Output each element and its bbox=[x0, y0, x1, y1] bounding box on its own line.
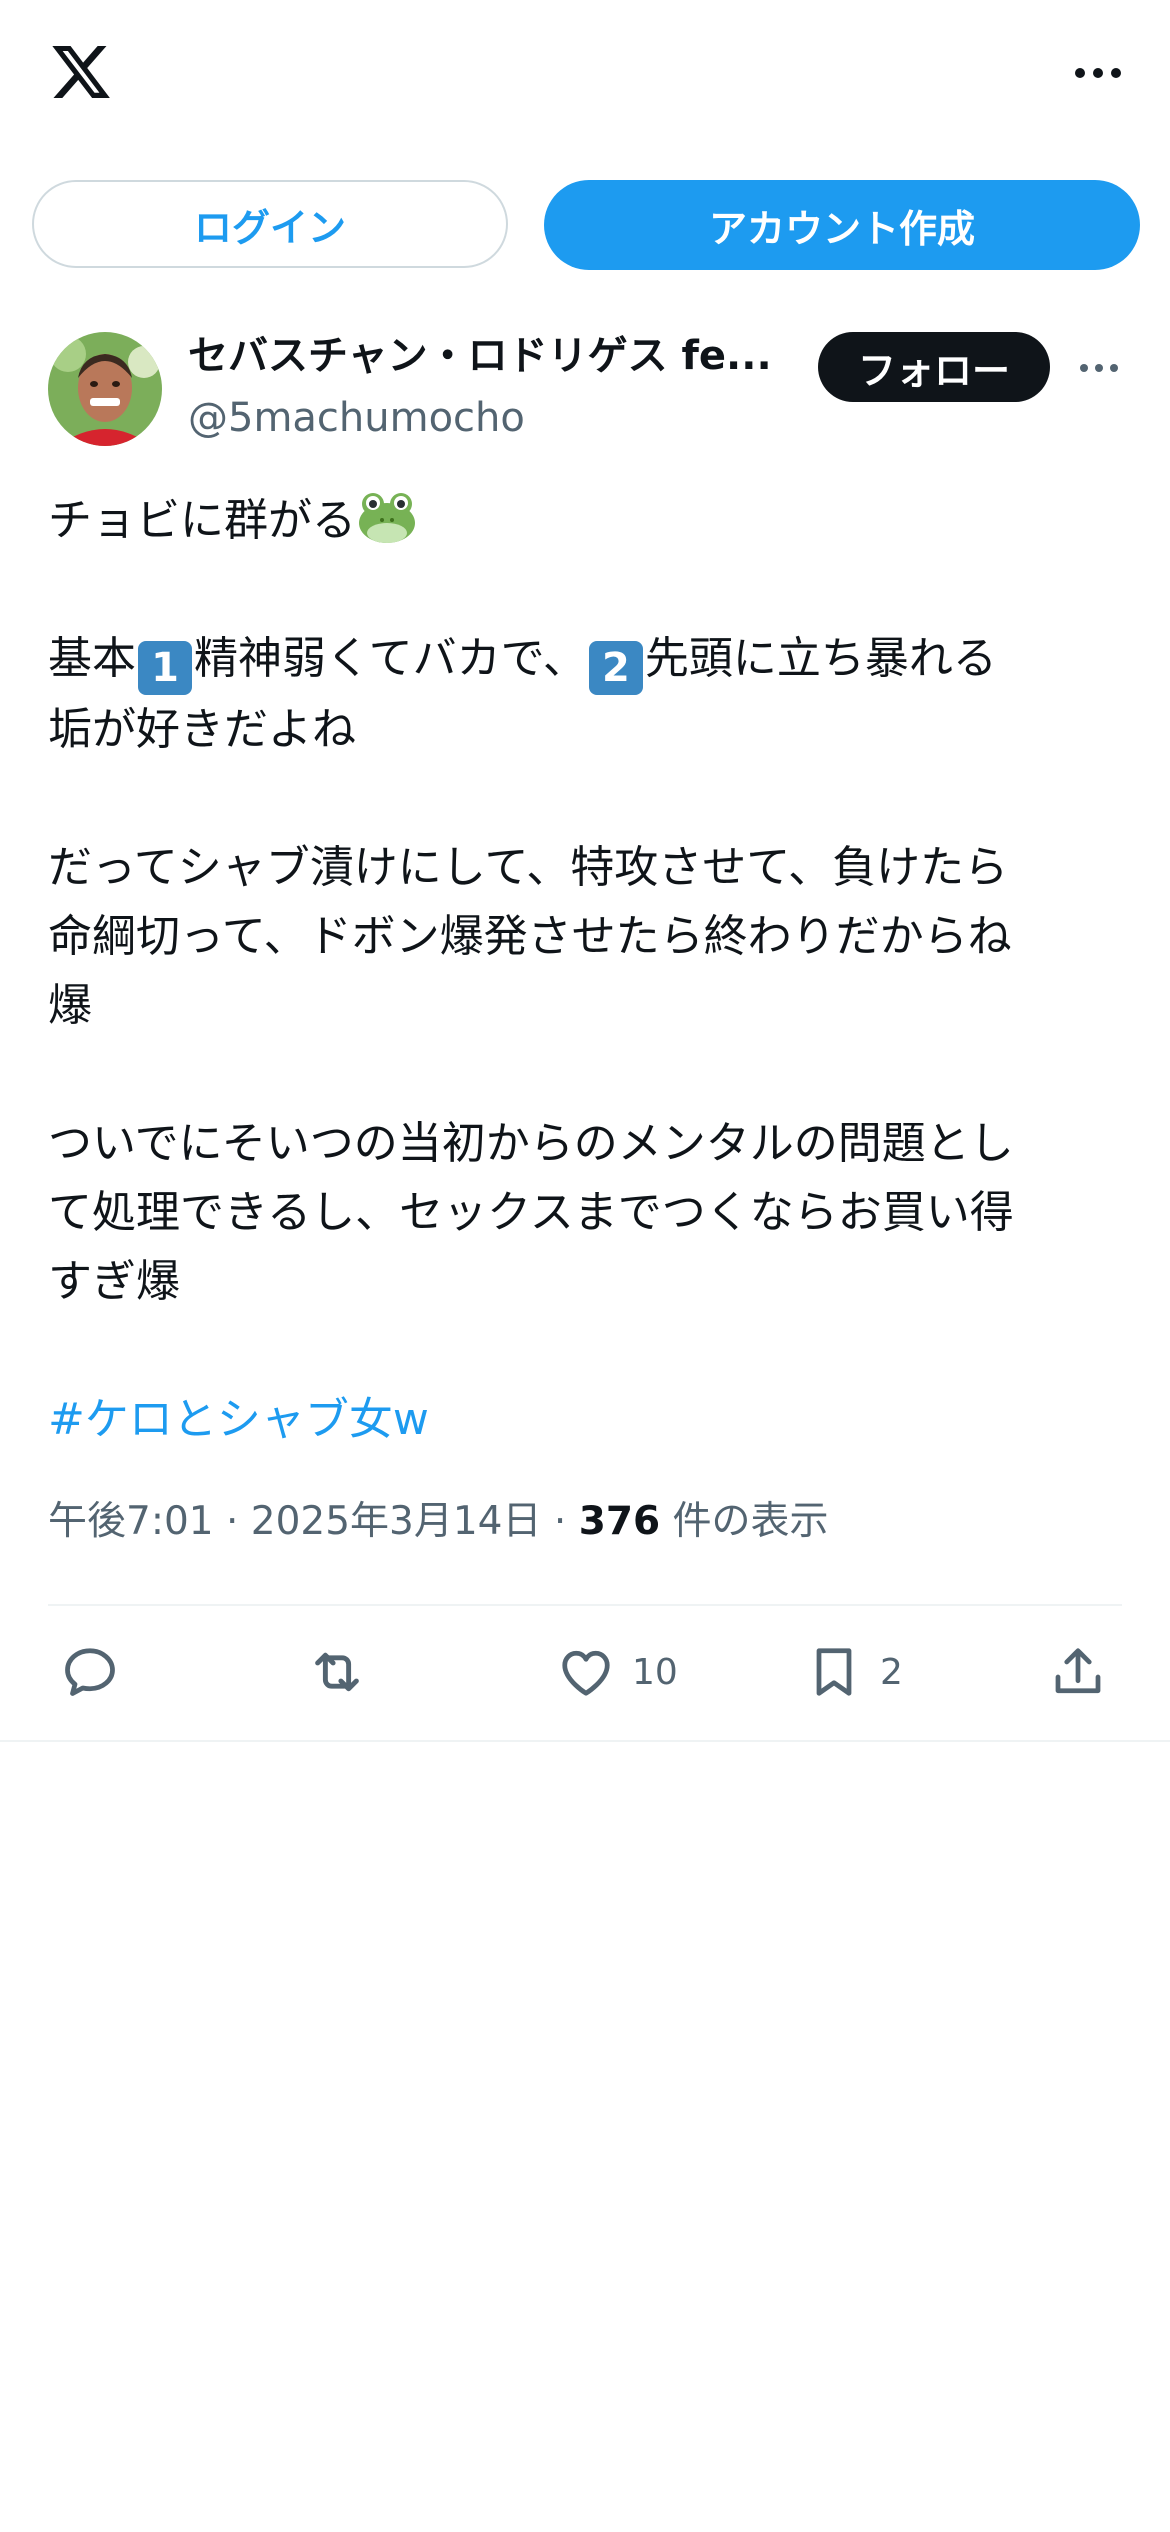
tweet-text-line: て処理できるし、セックスまでつくならお買い得 bbox=[48, 1187, 1014, 1238]
follow-button[interactable]: フォロー bbox=[818, 332, 1050, 402]
hashtag-link[interactable]: #ケロとシャブ女w bbox=[48, 1394, 429, 1445]
bookmark-count: 2 bbox=[880, 1651, 903, 1693]
create-account-button[interactable]: アカウント作成 bbox=[544, 180, 1140, 270]
heart-icon bbox=[556, 1642, 616, 1702]
bookmark-icon bbox=[804, 1642, 864, 1702]
views-label: 件の表示 bbox=[660, 1499, 829, 1544]
tweet-date[interactable]: 2025年3月14日 bbox=[251, 1499, 542, 1544]
author-handle[interactable]: @5machumocho bbox=[188, 390, 525, 446]
tweet-text-line: 命綱切って、ドボン爆発させたら終わりだからね bbox=[48, 911, 1012, 962]
more-horizontal-icon[interactable] bbox=[1074, 50, 1122, 96]
x-logo-icon[interactable] bbox=[48, 40, 114, 104]
retweet-icon bbox=[306, 1641, 368, 1703]
bookmark-button[interactable]: 2 bbox=[804, 1640, 903, 1704]
tweet-meta: 午後7:01 · 2025年3月14日 · 376 件の表示 bbox=[48, 1494, 829, 1550]
tweet-text: チョビに群がる 基本 1 精神弱くてバカで、 2 先頭に立ち暴れる 垢が好きだよね だっ… bbox=[48, 486, 1128, 1454]
meta-separator: · bbox=[541, 1499, 579, 1544]
tweet-more-icon[interactable] bbox=[1074, 346, 1124, 390]
share-icon bbox=[1048, 1642, 1108, 1702]
views-count: 376 bbox=[578, 1499, 661, 1544]
reply-icon bbox=[60, 1642, 120, 1702]
tweet-text-line: 基本 bbox=[48, 633, 136, 684]
tweet-actions: 10 2 bbox=[0, 1610, 1170, 1738]
divider bbox=[0, 1740, 1170, 1742]
share-button[interactable] bbox=[1048, 1640, 1108, 1704]
tweet-text-line: 精神弱くてバカで、 bbox=[194, 633, 587, 684]
auth-buttons: ログイン アカウント作成 bbox=[32, 180, 1140, 270]
tweet-text-line: すぎ爆 bbox=[48, 1256, 180, 1307]
like-count: 10 bbox=[632, 1651, 678, 1693]
tweet-text-line: 爆 bbox=[48, 980, 92, 1031]
meta-separator: · bbox=[213, 1499, 251, 1544]
author-name[interactable]: セバスチャン・ロドリゲス fe... bbox=[188, 328, 800, 384]
tweet-text-line: チョビに群がる bbox=[48, 495, 356, 546]
tweet-text-line: だってシャブ漬けにして、特攻させて、負けたら bbox=[48, 842, 1009, 893]
tweet-text-line: ついでにそいつの当初からのメンタルの問題とし bbox=[48, 1118, 1014, 1169]
like-button[interactable]: 10 bbox=[556, 1640, 678, 1704]
retweet-button[interactable] bbox=[306, 1640, 368, 1704]
avatar[interactable] bbox=[48, 332, 162, 446]
reply-button[interactable] bbox=[60, 1640, 120, 1704]
tweet-text-line: 垢が好きだよね bbox=[48, 704, 356, 755]
tweet-text-line: 先頭に立ち暴れる bbox=[644, 633, 997, 684]
divider bbox=[48, 1604, 1122, 1606]
login-button[interactable]: ログイン bbox=[32, 180, 508, 268]
keycap-1-icon: 1 bbox=[138, 641, 192, 695]
keycap-2-icon: 2 bbox=[588, 641, 643, 695]
tweet-time[interactable]: 午後7:01 bbox=[48, 1499, 214, 1544]
top-bar bbox=[0, 0, 1170, 150]
frog-emoji-icon bbox=[356, 487, 418, 545]
